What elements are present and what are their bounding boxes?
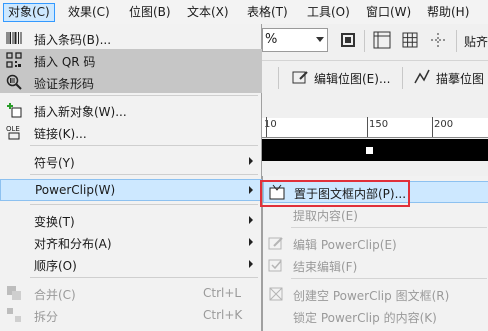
canvas-strip: [262, 139, 488, 161]
ruler-label: 150: [369, 119, 389, 130]
menu-item-label: 验证条形码: [34, 77, 95, 91]
qr-code-icon: [6, 52, 22, 68]
menu-separator: [30, 174, 258, 175]
menu-separator: [291, 227, 487, 228]
submenu-arrow-icon: [249, 238, 253, 246]
menu-item-verify-barcode[interactable]: 验证条形码: [0, 71, 262, 93]
fit-page-icon[interactable]: [338, 30, 358, 50]
menu-item-label: 拆分: [34, 310, 59, 324]
toolbar-row-1: % 贴齐: [262, 26, 488, 56]
grid-icon[interactable]: [400, 30, 420, 50]
verify-barcode-icon: [6, 74, 22, 90]
menu-item-label: 插入条码(B)...: [34, 33, 112, 47]
menu-text[interactable]: 文本(X): [183, 3, 233, 22]
menu-separator: [30, 277, 258, 278]
ole-link-icon: OLE: [6, 124, 22, 140]
menu-bar: 对象(C) 效果(C) 位图(B) 文本(X) 表格(T) 工具(O) 窗口(W…: [0, 0, 488, 24]
submenu-item-label: 锁定 PowerClip 的内容(K): [293, 311, 437, 325]
menu-separator: [30, 204, 258, 205]
submenu-item-finish-editing[interactable]: 结束编辑(F): [263, 254, 488, 276]
toolbar-divider: [456, 30, 457, 52]
zoom-percent-text: %: [265, 32, 278, 47]
menu-effects[interactable]: 效果(C): [64, 3, 114, 22]
guidelines-icon[interactable]: [428, 30, 448, 50]
menu-item-label: 符号(Y): [34, 156, 75, 170]
submenu-item-label: 编辑 PowerClip(E): [293, 238, 397, 252]
submenu-item-label: 结束编辑(F): [293, 260, 358, 274]
toolbar-divider: [402, 67, 403, 89]
submenu-item-create-empty-frame[interactable]: 创建空 PowerClip 图文框(R): [263, 283, 488, 305]
snap-to-button[interactable]: 贴齐: [464, 33, 488, 50]
menu-item-label: 顺序(O): [34, 259, 77, 273]
menu-table[interactable]: 表格(T): [243, 3, 292, 22]
toolbar-divider: [278, 67, 279, 89]
submenu-arrow-icon: [249, 186, 253, 194]
menu-item-break-apart[interactable]: 拆分 Ctrl+K: [0, 304, 262, 326]
menu-item-label: 链接(K)...: [34, 127, 87, 141]
menu-separator: [30, 95, 258, 96]
menu-separator: [291, 278, 487, 279]
create-empty-frame-icon: [268, 286, 284, 302]
menu-item-shortcut: Ctrl+L: [203, 286, 242, 300]
edit-bitmap-icon: [290, 67, 310, 87]
menu-item-label: 插入新对象(W)...: [34, 105, 127, 119]
menu-item-align-distribute[interactable]: 对齐和分布(A): [0, 231, 262, 253]
svg-text:OLE: OLE: [6, 125, 20, 133]
break-apart-icon: [6, 307, 22, 323]
ruler-tick: [367, 117, 368, 137]
menu-help[interactable]: 帮助(H): [423, 3, 473, 22]
finish-editing-icon: [268, 257, 284, 273]
menu-item-label: PowerClip(W): [35, 183, 116, 197]
menu-bitmaps[interactable]: 位图(B): [125, 3, 175, 22]
menu-item-label: 对齐和分布(A): [34, 237, 112, 251]
menu-item-combine[interactable]: 合并(C) Ctrl+L: [0, 282, 262, 304]
trace-bitmap-button[interactable]: 描摹位图: [436, 70, 484, 87]
submenu-arrow-icon: [249, 216, 253, 224]
edit-bitmap-button[interactable]: 编辑位图(E)...: [314, 70, 390, 87]
menu-separator: [30, 145, 258, 146]
menu-item-symbol[interactable]: 符号(Y): [0, 150, 262, 172]
highlight-annotation-box: [260, 180, 410, 207]
menu-item-links[interactable]: OLE 链接(K)...: [0, 121, 262, 143]
combine-icon: [6, 285, 22, 301]
menu-item-insert-qr-code[interactable]: 插入 QR 码: [0, 49, 262, 71]
ruler-tick: [432, 117, 433, 137]
trace-bitmap-icon: [412, 67, 432, 87]
menu-tools[interactable]: 工具(O): [303, 3, 354, 22]
horizontal-ruler: 10 150 200: [262, 117, 488, 138]
ruler-tick: [266, 117, 267, 137]
submenu-item-lock-contents[interactable]: 锁定 PowerClip 的内容(K): [263, 305, 488, 327]
insert-object-icon: [6, 102, 22, 118]
menu-item-label: 变换(T): [34, 215, 75, 229]
chevron-down-icon[interactable]: [316, 37, 324, 42]
toolbar-row-2: 编辑位图(E)... 描摹位图: [262, 60, 488, 94]
submenu-item-edit-powerclip[interactable]: 编辑 PowerClip(E): [263, 232, 488, 254]
zoom-level-combo[interactable]: %: [262, 28, 328, 52]
submenu-item-label: 创建空 PowerClip 图文框(R): [293, 289, 450, 303]
submenu-arrow-icon: [249, 157, 253, 165]
object-menu-dropdown: 插入条码(B)... 插入 QR 码 验证条形码 插入新对象(W)... OLE…: [0, 24, 262, 331]
ruler-label: 200: [434, 119, 454, 130]
toolbar-divider: [364, 30, 365, 52]
edit-powerclip-icon: [268, 235, 284, 251]
menu-object[interactable]: 对象(C): [3, 3, 55, 22]
barcode-icon: [6, 30, 22, 46]
submenu-item-label: 提取内容(E): [293, 209, 358, 223]
menu-item-order[interactable]: 顺序(O): [0, 253, 262, 275]
selection-handle[interactable]: [366, 147, 373, 154]
menu-item-powerclip[interactable]: PowerClip(W): [0, 179, 262, 201]
menu-item-insert-barcode[interactable]: 插入条码(B)...: [0, 27, 262, 49]
menu-item-shortcut: Ctrl+K: [203, 308, 243, 322]
rulers-icon[interactable]: [372, 30, 392, 50]
submenu-arrow-icon: [249, 260, 253, 268]
menu-item-label: 插入 QR 码: [34, 55, 96, 69]
menu-item-transform[interactable]: 变换(T): [0, 209, 262, 231]
menu-item-insert-new-object[interactable]: 插入新对象(W)...: [0, 99, 262, 121]
menu-window[interactable]: 窗口(W): [362, 3, 415, 22]
menu-item-label: 合并(C): [34, 288, 76, 302]
